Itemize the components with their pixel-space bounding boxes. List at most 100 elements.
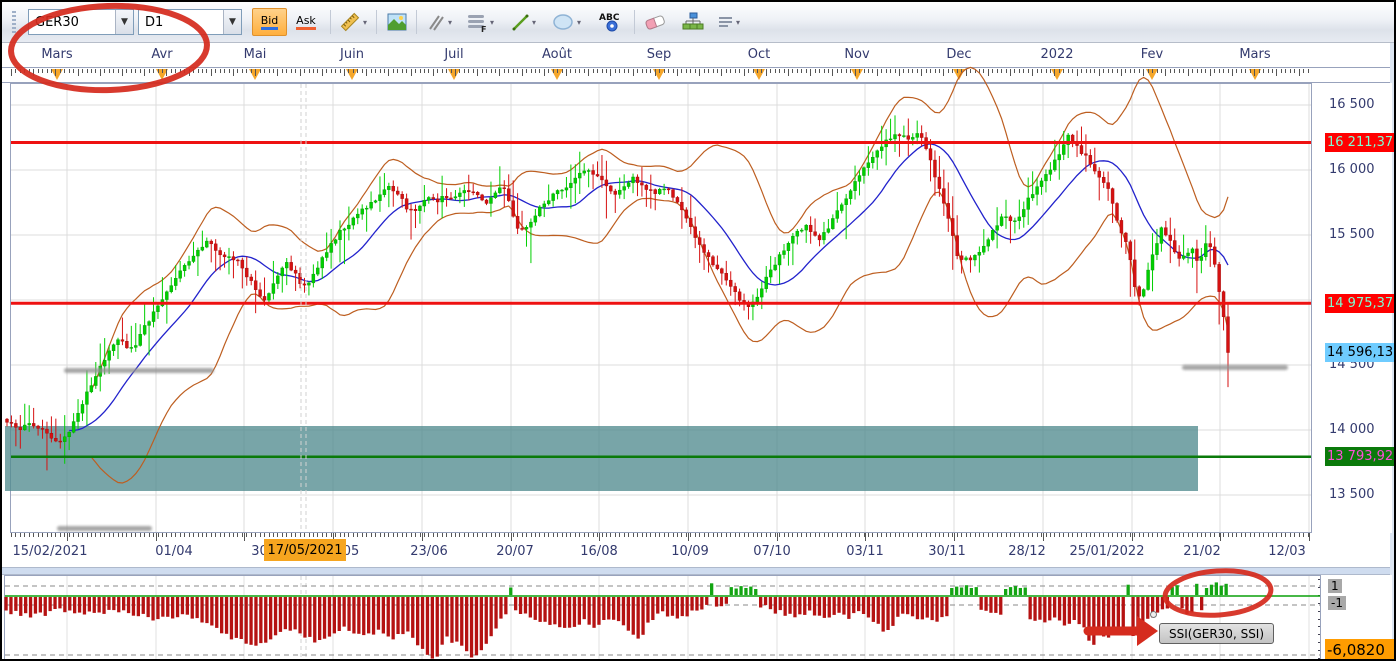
ruler-tick <box>126 533 127 537</box>
ruler-tick <box>517 533 518 537</box>
ruler-icon <box>339 11 361 33</box>
ruler-tick <box>113 533 114 537</box>
ruler-tick <box>881 533 882 537</box>
ruler-tick <box>1268 533 1269 537</box>
ruler-tick <box>104 533 105 537</box>
ssi-drag-handle[interactable] <box>1150 611 1157 618</box>
ellipse-tool-button[interactable]: ▾ <box>548 8 584 36</box>
month-label: Sep <box>647 47 672 62</box>
ruler-tick <box>424 69 425 73</box>
chevron-down-icon[interactable]: ▾ <box>532 18 536 27</box>
panel-separator[interactable] <box>2 567 1392 575</box>
month-label: Juin <box>340 47 364 62</box>
text-label-tool-button[interactable]: ABC <box>594 8 626 36</box>
ruler-tick <box>1188 533 1189 537</box>
period-select[interactable]: D1 ▼ <box>138 9 242 35</box>
ruler-tick <box>29 533 30 537</box>
month-marker-icon <box>953 69 965 80</box>
ruler-tick <box>575 533 576 537</box>
chevron-down-icon[interactable]: ▼ <box>223 10 241 34</box>
ruler-tick <box>757 69 758 73</box>
chevron-down-icon[interactable]: ▾ <box>577 18 581 27</box>
ruler-tick <box>237 533 238 537</box>
ruler-tick <box>815 533 816 537</box>
ruler-tick <box>264 69 265 73</box>
bid-button[interactable]: Bid <box>252 8 287 36</box>
ruler-tick <box>140 533 141 537</box>
ruler-tick <box>402 533 403 537</box>
screenshot-tool-button[interactable] <box>384 8 410 36</box>
ruler-tick <box>1223 69 1224 73</box>
ruler-tick <box>1170 533 1171 537</box>
ruler-tick <box>1081 533 1082 537</box>
trendline-tool-button[interactable]: ▾ <box>506 8 540 36</box>
ruler-tick <box>788 533 789 537</box>
ruler-tick <box>690 533 691 537</box>
chevron-down-icon[interactable]: ▾ <box>363 18 367 27</box>
ruler-tick <box>366 69 367 76</box>
ruler-tick <box>433 533 434 537</box>
ssi-indicator-panel[interactable] <box>4 575 1321 661</box>
ruler-tick <box>1068 533 1069 537</box>
ruler-tick <box>721 69 722 76</box>
chevron-down-icon[interactable]: ▾ <box>448 18 452 27</box>
ruler-tick <box>695 69 696 73</box>
ruler-tick <box>153 69 154 73</box>
ruler-tick <box>260 533 261 537</box>
chevron-down-icon[interactable]: ▾ <box>490 18 494 27</box>
date-axis[interactable]: 17/05/2021 15/02/202101/0430/040523/0620… <box>2 533 1392 567</box>
chevron-down-icon[interactable]: ▼ <box>115 10 133 34</box>
trendline-icon <box>510 12 530 32</box>
ruler-tool-button[interactable]: ▾ <box>336 8 370 36</box>
parallel-lines-tool-button[interactable]: ▾ <box>422 8 456 36</box>
ruler-tick <box>20 69 21 73</box>
ruler-tick <box>437 533 438 537</box>
ruler-tick <box>1250 69 1251 73</box>
ruler-tick <box>912 533 913 537</box>
ruler-tick-major <box>1132 533 1133 541</box>
ruler-tick <box>650 533 651 537</box>
ruler-tick <box>504 533 505 537</box>
month-tick-ruler[interactable] <box>2 67 1392 83</box>
ruler-tick <box>211 69 212 76</box>
ruler-tick <box>846 533 847 537</box>
toolbar-grip[interactable] <box>12 11 16 33</box>
toolbar-options-button[interactable]: ▾ <box>714 8 744 36</box>
main-chart-area[interactable] <box>10 83 1312 533</box>
ruler-tick <box>357 69 358 73</box>
eraser-tool-button[interactable] <box>640 8 670 36</box>
ruler-tick <box>1130 533 1131 537</box>
ruler-tick <box>269 69 270 73</box>
ruler-tick <box>220 533 221 537</box>
ruler-tick <box>602 533 603 537</box>
ruler-tick <box>1019 69 1020 73</box>
ruler-tick <box>1152 69 1153 73</box>
fibonacci-tool-button[interactable]: F ▾ <box>462 8 498 36</box>
ruler-tick <box>251 533 252 537</box>
chevron-down-icon[interactable]: ▾ <box>736 18 740 27</box>
ruler-tick <box>282 69 283 73</box>
date-tick-label: 07/10 <box>753 544 790 559</box>
ruler-tick <box>486 69 487 73</box>
ruler-tick <box>970 533 971 537</box>
indicators-tool-button[interactable] <box>678 8 708 36</box>
toolbar-separator <box>634 10 635 34</box>
ruler-tick <box>95 69 96 73</box>
ruler-tick <box>171 533 172 537</box>
ruler-tick <box>553 533 554 537</box>
month-label: Avr <box>151 47 172 62</box>
ask-button[interactable]: Ask <box>289 8 323 36</box>
ruler-tick <box>1014 69 1015 73</box>
ruler-tick <box>1245 533 1246 537</box>
ruler-tick <box>642 69 643 73</box>
ruler-tick <box>304 533 305 537</box>
ruler-tick <box>224 533 225 537</box>
ruler-tick <box>659 69 660 73</box>
toolbar-separator <box>416 10 417 34</box>
ruler-tick-major <box>599 533 600 541</box>
ruler-tick <box>158 533 159 537</box>
symbol-select[interactable]: GER30 ▼ <box>28 9 134 35</box>
ruler-tick-major <box>1220 533 1221 541</box>
ruler-tick <box>513 69 514 73</box>
ruler-tick <box>597 533 598 537</box>
